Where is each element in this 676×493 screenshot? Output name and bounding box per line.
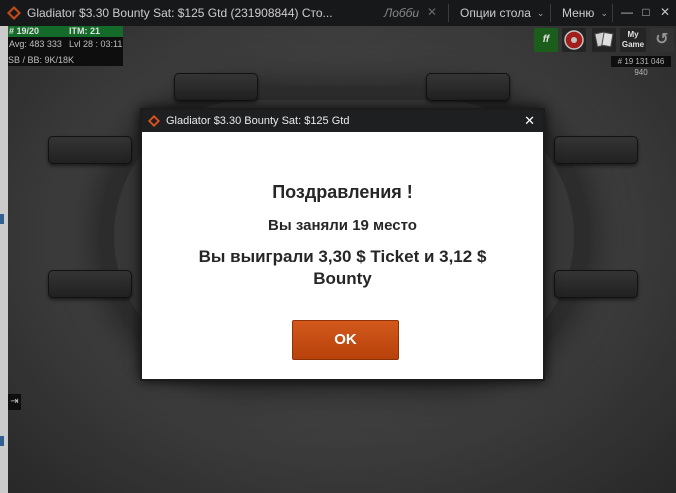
dialog-titlebar: Gladiator $3.30 Bounty Sat: $125 Gtd ✕ [142,110,543,132]
dialog-title: Gladiator $3.30 Bounty Sat: $125 Gtd [166,115,350,127]
winnings-text: Вы выиграли 3,30 $ Ticket и 3,12 $ Bount… [198,247,487,288]
dialog-body: Поздравления ! Вы заняли 19 место Вы выи… [142,182,543,290]
dialog-close-icon[interactable]: ✕ [524,113,535,129]
finish-place-text: Вы заняли 19 место [268,217,417,234]
dialog-heading: Поздравления ! [272,182,413,202]
pokerstars-logo-icon [148,115,160,127]
ok-button[interactable]: OK [292,320,399,360]
congratulations-dialog: Gladiator $3.30 Bounty Sat: $125 Gtd ✕ П… [140,108,545,381]
